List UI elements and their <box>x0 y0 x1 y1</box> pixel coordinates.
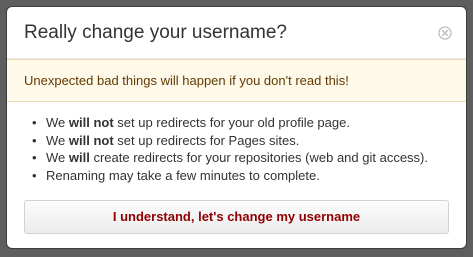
warning-text: Unexpected bad things will happen if you… <box>24 73 349 88</box>
bullet-icon: • <box>32 167 37 183</box>
bullet-icon: • <box>32 115 37 130</box>
item-text-before: We <box>46 132 69 148</box>
item-text-bold: will not <box>68 132 114 148</box>
item-text-before: We <box>46 150 69 165</box>
item-text-after: create redirects for your repositories (… <box>89 150 428 165</box>
list-item: • We will not set up redirects for your o… <box>30 114 428 132</box>
bullet-icon: • <box>32 132 37 148</box>
consequences-list: • We will not set up redirects for your o… <box>30 114 428 184</box>
bullet-icon: • <box>32 150 37 165</box>
item-text-after: set up redirects for Pages sites. <box>113 132 300 148</box>
dialog-header: Really change your username? <box>7 7 466 59</box>
list-item: • We will not set up redirects for Pages … <box>30 132 428 150</box>
item-text-after: Renaming may take a few minutes to compl… <box>46 167 320 183</box>
confirm-rename-button[interactable]: I understand, let's change my username <box>24 200 449 234</box>
list-item: • We will create redirects for your repos… <box>30 149 428 167</box>
dialog-title: Really change your username? <box>24 22 287 43</box>
item-text-bold: will <box>68 150 90 165</box>
item-text-bold: will not <box>68 115 114 130</box>
warning-banner: Unexpected bad things will happen if you… <box>7 59 466 102</box>
list-item: • Renaming may take a few minutes to comp… <box>30 167 428 185</box>
close-icon[interactable] <box>438 26 452 40</box>
rename-dialog: Really change your username? Unexpected … <box>7 7 466 248</box>
item-text-before: We <box>46 115 69 130</box>
item-text-after: set up redirects for your old profile pa… <box>113 115 350 130</box>
